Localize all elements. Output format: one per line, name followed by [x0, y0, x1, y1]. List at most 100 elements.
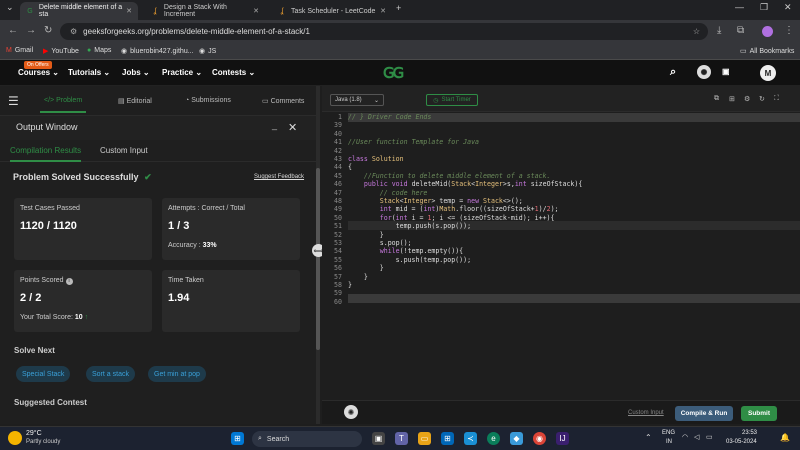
- search-icon[interactable]: ⌕: [670, 66, 676, 79]
- minimize-panel-icon[interactable]: _: [272, 120, 277, 130]
- compile-run-button[interactable]: Compile & Run: [675, 406, 733, 421]
- intellij-icon[interactable]: IJ: [556, 432, 569, 445]
- points-card: Points Scored i 2 / 2 Your Total Score: …: [14, 270, 152, 332]
- settings-app-icon[interactable]: ◆: [510, 432, 523, 445]
- extensions-icon[interactable]: ⧉: [737, 25, 744, 36]
- line-number: 40: [334, 129, 342, 138]
- reload-icon[interactable]: ↻: [44, 25, 52, 36]
- chrome-icon[interactable]: ◉: [533, 432, 546, 445]
- practice-icon[interactable]: ▣: [722, 67, 730, 76]
- more-icon[interactable]: ⋮: [784, 25, 794, 36]
- nav-tutorials[interactable]: Tutorials ⌄: [68, 68, 110, 77]
- theme-icon[interactable]: ✺: [697, 65, 711, 79]
- submit-button[interactable]: Submit: [741, 406, 777, 421]
- tab-compilation-results[interactable]: Compilation Results: [10, 146, 82, 162]
- code-line: while(!temp.empty()){: [379, 247, 464, 256]
- fullscreen-icon[interactable]: ⛶: [774, 95, 779, 103]
- nav-courses[interactable]: Courses ⌄: [18, 68, 59, 77]
- edge-icon[interactable]: e: [487, 432, 500, 445]
- weather-icon[interactable]: [8, 431, 22, 445]
- nav-contests[interactable]: Contests ⌄: [212, 68, 255, 77]
- forward-icon[interactable]: →: [26, 25, 36, 36]
- info-icon[interactable]: i: [65, 278, 73, 285]
- reset-icon[interactable]: ↻: [759, 95, 765, 103]
- tab-comments[interactable]: ▭ Comments: [262, 97, 304, 105]
- task-view-icon[interactable]: ▣: [372, 432, 385, 445]
- volume-icon[interactable]: ◁: [694, 433, 699, 441]
- avatar[interactable]: M: [760, 65, 776, 81]
- bookmark-js[interactable]: ◉ JS: [199, 47, 216, 56]
- import-icon[interactable]: ⊞: [729, 95, 735, 103]
- solve-next-chip[interactable]: Special Stack: [16, 366, 71, 382]
- wifi-icon[interactable]: ◠: [682, 433, 688, 441]
- start-timer-button[interactable]: ◷ Start Timer: [426, 94, 478, 106]
- store-icon[interactable]: ⊞: [441, 432, 454, 445]
- tab-search-icon[interactable]: ⌄: [6, 2, 14, 13]
- tests-card: Test Cases Passed 1120 / 1120: [14, 198, 152, 260]
- battery-icon[interactable]: ▭: [706, 433, 713, 441]
- nav-practice[interactable]: Practice ⌄: [162, 68, 202, 77]
- problem-tabs: ☰ </> Problem ▤ Editorial ◔ Submissions …: [0, 86, 316, 116]
- custom-input-link[interactable]: Custom Input: [628, 410, 664, 416]
- bulb-icon[interactable]: ✺: [344, 405, 358, 419]
- clock-time[interactable]: 23:53: [742, 430, 757, 436]
- bookmark-maps[interactable]: ● Maps: [87, 47, 111, 54]
- line-number: 45: [334, 171, 342, 180]
- line-number: 53: [334, 239, 342, 247]
- close-icon[interactable]: ✕: [288, 121, 297, 134]
- tab-custom-input[interactable]: Custom Input: [100, 146, 148, 155]
- editor-toolbar: Java (1.8) ⌄ ◷ Start Timer ⧉ ⊞ ⚙ ↻ ⛶: [322, 86, 800, 112]
- settings-icon[interactable]: ⚙: [744, 95, 750, 103]
- line-number: 56: [334, 264, 342, 273]
- solve-next-chip[interactable]: Get min at pop: [148, 366, 206, 382]
- bookmark-github[interactable]: ◉ bluerobin427.githu...: [121, 47, 194, 56]
- browser-tab-3[interactable]: ʆ Task Scheduler - LeetCode ✕: [272, 2, 392, 20]
- vscode-icon[interactable]: ≺: [464, 432, 477, 445]
- time-card: Time Taken 1.94: [162, 270, 300, 332]
- language-select[interactable]: Java (1.8) ⌄: [330, 94, 384, 106]
- copy-icon[interactable]: ⧉: [714, 95, 719, 103]
- star-icon[interactable]: ☆: [693, 27, 700, 36]
- tab-editorial[interactable]: ▤ Editorial: [118, 97, 152, 105]
- code-line: int mid = (int)Math.floor((sizeOfStack+1…: [379, 205, 559, 214]
- line-number: 46: [334, 180, 342, 189]
- back-icon[interactable]: ←: [8, 25, 18, 36]
- profile-icon[interactable]: [762, 26, 773, 37]
- left-scrollbar[interactable]: [316, 168, 320, 350]
- close-icon[interactable]: ✕: [126, 7, 132, 15]
- all-bookmarks[interactable]: ▭ All Bookmarks: [740, 47, 794, 56]
- teams-icon[interactable]: T: [395, 432, 408, 445]
- browser-tab-2[interactable]: ʆ Design a Stack With Increment ✕: [145, 2, 265, 20]
- nav-jobs[interactable]: Jobs ⌄: [122, 68, 150, 77]
- browser-tab-1[interactable]: G Delete middle element of a sta ✕: [20, 2, 138, 20]
- menu-icon[interactable]: ☰: [8, 94, 19, 108]
- solve-next-chip[interactable]: Sort a stack: [86, 366, 135, 382]
- close-icon[interactable]: ✕: [380, 7, 386, 15]
- file-explorer-icon[interactable]: ▭: [418, 432, 431, 445]
- notification-icon[interactable]: 🔔: [780, 433, 790, 442]
- chevron-up-icon[interactable]: ⌃: [645, 433, 652, 442]
- maximize-icon[interactable]: ❐: [760, 2, 768, 13]
- url-input[interactable]: ⚙ geeksforgeeks.org/problems/delete-midd…: [60, 23, 708, 40]
- code-line: // code here: [379, 188, 428, 197]
- code-line: }: [348, 272, 368, 281]
- bookmark-youtube[interactable]: ▶ YouTube: [43, 47, 79, 56]
- windows-start-icon[interactable]: ⊞: [231, 432, 244, 445]
- code-editor[interactable]: 1 // } Driver Code Ends 39 40 41 //User funct…: [322, 112, 800, 384]
- new-tab-button[interactable]: +: [396, 3, 401, 13]
- minimize-icon[interactable]: —: [735, 2, 744, 12]
- code-line: Stack<Integer> temp = new Stack<>();: [379, 197, 523, 205]
- suggest-feedback-link[interactable]: Suggest Feedback: [254, 174, 304, 180]
- taskbar-search[interactable]: ⌕ Search: [252, 431, 362, 447]
- tab-problem[interactable]: </> Problem: [39, 97, 87, 113]
- gfg-logo[interactable]: ꓖꓖ: [383, 64, 404, 82]
- close-window-icon[interactable]: ✕: [784, 2, 792, 13]
- close-icon[interactable]: ✕: [253, 7, 259, 15]
- tab-submissions[interactable]: ◔ Submissions: [185, 97, 231, 104]
- download-icon[interactable]: ⤓: [717, 25, 721, 36]
- bookmark-gmail[interactable]: M Gmail: [6, 47, 33, 54]
- language-indicator[interactable]: ENG: [662, 430, 675, 436]
- github-icon: ◉: [121, 48, 128, 55]
- site-info-icon[interactable]: ⚙: [70, 27, 77, 36]
- line-number: 50: [334, 213, 342, 222]
